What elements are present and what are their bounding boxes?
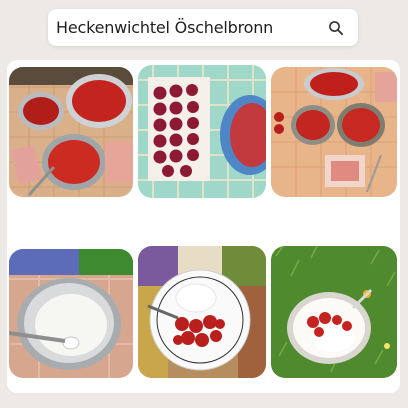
grass-bowl-photo (271, 246, 397, 378)
gallery-image-1[interactable] (9, 67, 133, 197)
gallery-image-5[interactable] (138, 246, 266, 378)
strawberry-bowls-photo (9, 67, 133, 197)
search-bar[interactable]: Heckenwichtel Öschelbronn (48, 9, 358, 46)
image-gallery (7, 60, 400, 393)
plums-photo (138, 65, 266, 198)
search-input[interactable]: Heckenwichtel Öschelbronn (56, 18, 324, 37)
gallery-image-6[interactable] (271, 246, 397, 378)
strawberry-plate-photo (138, 246, 266, 378)
search-button[interactable] (324, 16, 348, 40)
gallery-image-2[interactable] (138, 65, 266, 198)
strawberry-bowls-overhead-photo (271, 67, 397, 197)
gallery-image-4[interactable] (9, 249, 133, 378)
magnifier-icon (329, 20, 344, 35)
gallery-image-3[interactable] (271, 67, 397, 197)
yogurt-bowl-photo (9, 249, 133, 378)
